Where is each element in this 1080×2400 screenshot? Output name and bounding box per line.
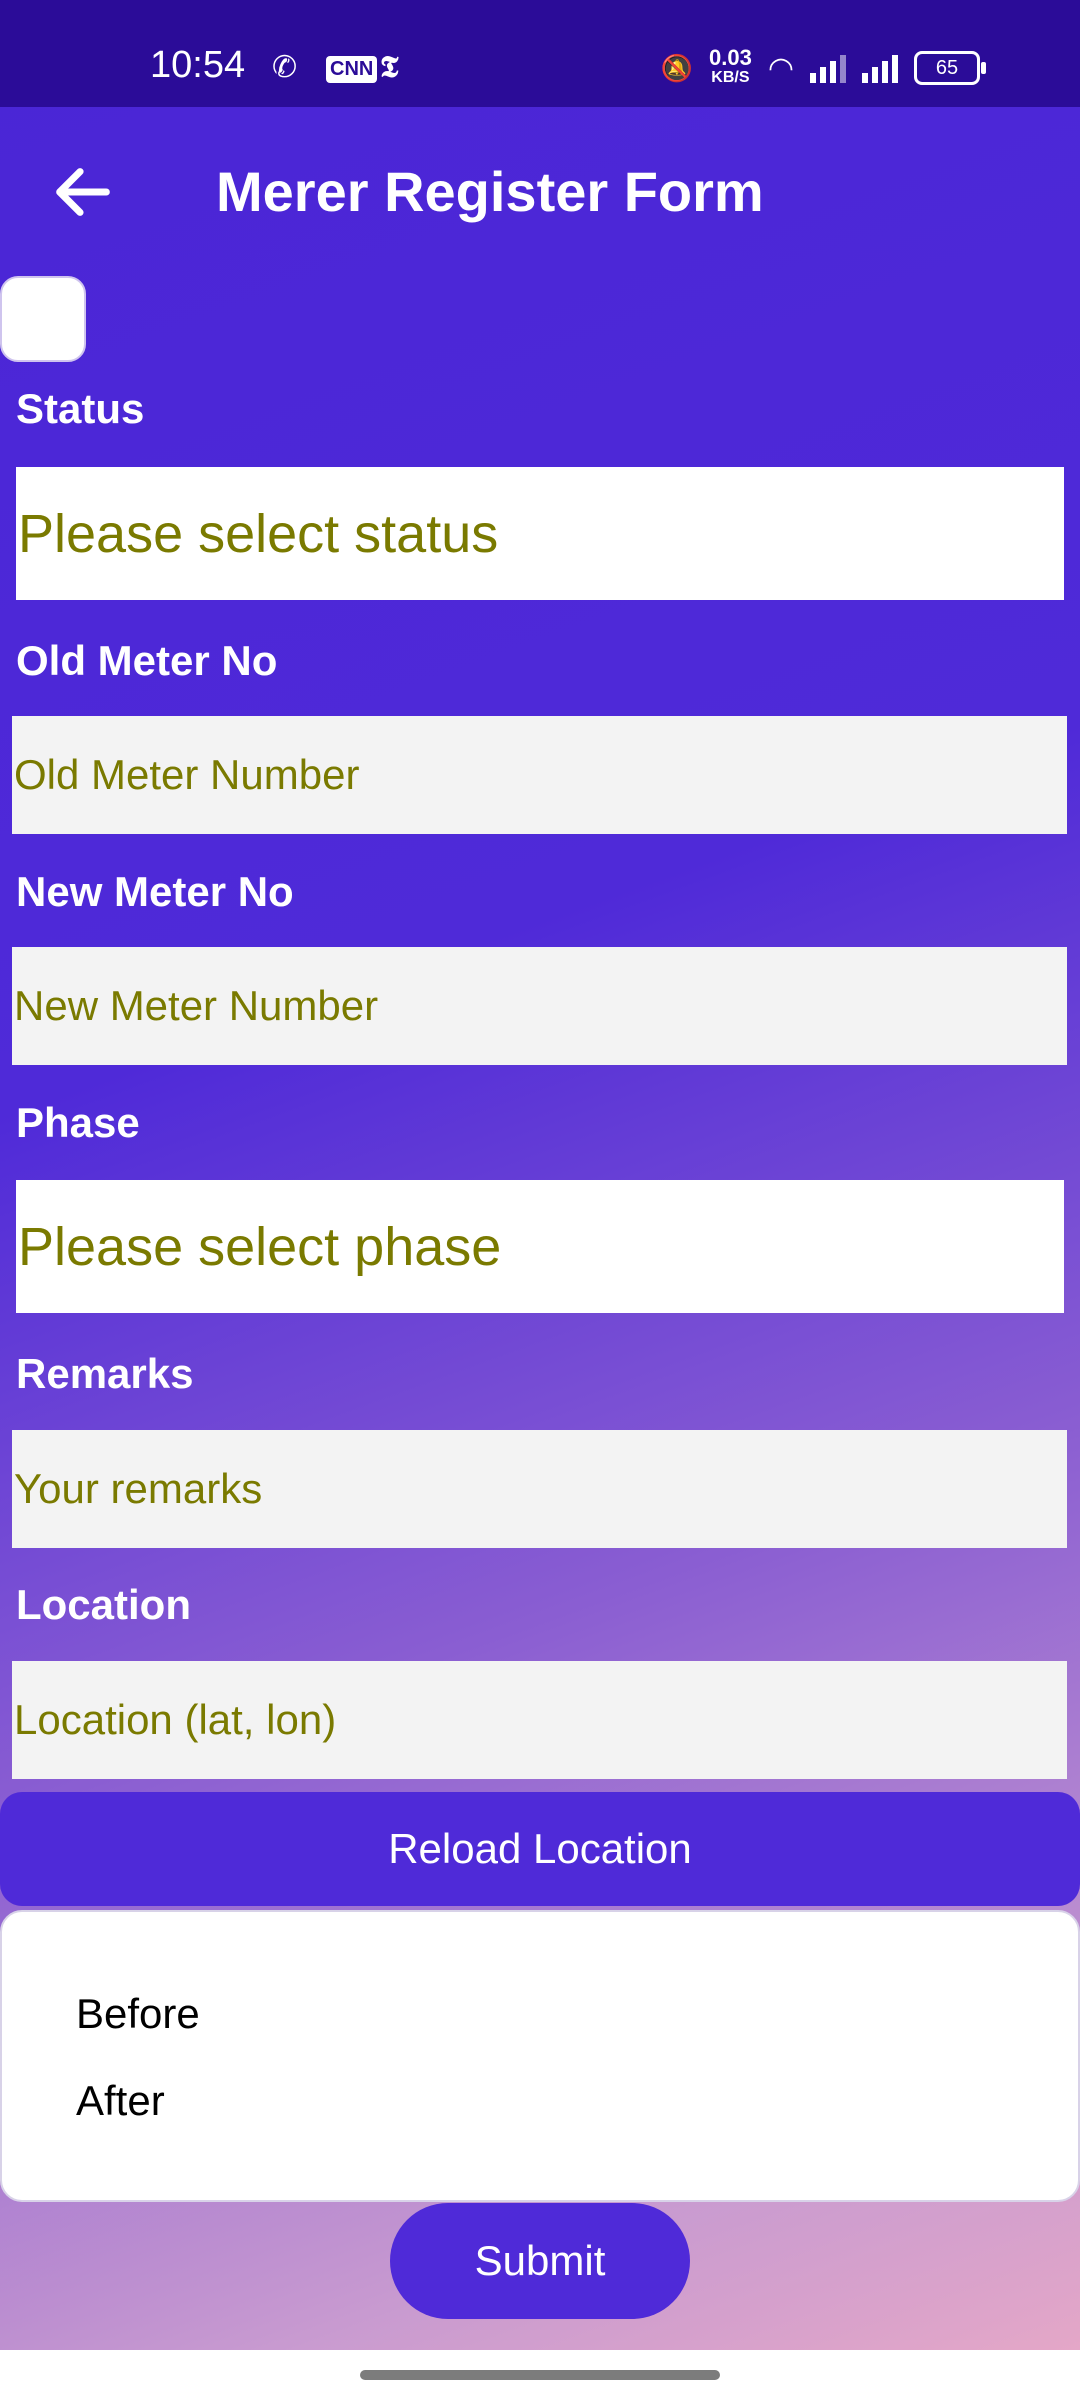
new-meter-input[interactable]: New Meter Number	[12, 947, 1067, 1065]
page-title: Merer Register Form	[216, 160, 764, 223]
navigation-bar	[0, 2350, 1080, 2400]
battery-icon: 65	[914, 51, 986, 85]
network-speed: 0.03 KB/S	[708, 45, 752, 87]
submit-button[interactable]: Submit	[390, 2203, 690, 2319]
whatsapp-icon: ✆	[272, 51, 298, 84]
mute-icon: 🔕	[660, 52, 693, 83]
nyt-icon: 𝕿	[380, 50, 399, 85]
signal-icon	[810, 53, 846, 83]
reload-location-button[interactable]: Reload Location	[0, 1792, 1080, 1906]
remarks-label: Remarks	[16, 1350, 194, 1397]
after-option[interactable]: After	[76, 2077, 165, 2125]
phase-label: Phase	[16, 1099, 140, 1146]
location-label: Location	[16, 1581, 191, 1628]
status-bar: 10:54 ✆ CNN 𝕿 🔕 0.03 KB/S ◠ 65	[0, 0, 1080, 107]
checkbox[interactable]	[0, 276, 86, 362]
app-bar: Merer Register Form	[0, 107, 1080, 277]
location-input[interactable]: Location (lat, lon)	[12, 1661, 1067, 1779]
new-meter-label: New Meter No	[16, 868, 294, 915]
gesture-handle[interactable]	[360, 2370, 720, 2380]
before-option[interactable]: Before	[76, 1990, 200, 2038]
old-meter-label: Old Meter No	[16, 637, 278, 684]
signal-icon-2	[862, 53, 898, 83]
status-time: 10:54	[150, 44, 246, 86]
old-meter-input[interactable]: Old Meter Number	[12, 716, 1067, 834]
phase-select[interactable]: Please select phase	[16, 1180, 1064, 1313]
status-label: Status	[16, 385, 145, 432]
remarks-input[interactable]: Your remarks	[12, 1430, 1067, 1548]
photo-options-panel: Before After	[0, 1910, 1080, 2202]
back-arrow-icon[interactable]	[48, 157, 118, 227]
cnn-icon: CNN	[326, 56, 378, 83]
status-select[interactable]: Please select status	[16, 467, 1064, 600]
wifi-icon: ◠	[767, 51, 794, 85]
